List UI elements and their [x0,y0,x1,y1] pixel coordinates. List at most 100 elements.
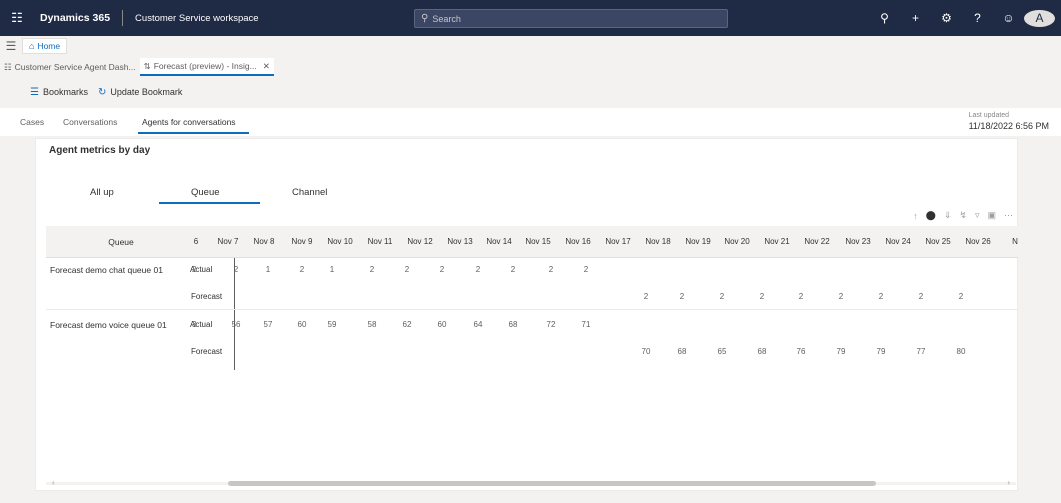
date-column-header[interactable]: Nov 21 [757,226,797,258]
queue-header[interactable]: Queue [46,226,196,258]
dashboard-icon: ☷ [4,61,12,72]
avatar[interactable]: A [1024,9,1055,27]
date-column-header[interactable]: Nov 23 [838,226,878,258]
divider [122,10,124,26]
date-column-header[interactable]: Nov 16 [558,226,598,258]
forecast-value-cell: 76 [796,347,806,356]
actual-value-cell: 3 [192,320,197,329]
bookmarks-label: Bookmarks [42,87,88,97]
app-launcher-icon[interactable]: ☷ [4,0,30,36]
matrix-divider [234,258,235,370]
expand-all-icon[interactable]: ↯ [959,210,967,221]
date-column-header[interactable]: Nov 11 [361,226,399,258]
home-tab[interactable]: ⌂ Home [22,38,68,54]
focus-mode-icon[interactable]: ▣ [987,210,996,221]
scrollbar-thumb[interactable] [228,481,876,486]
date-column-header[interactable]: Nov 13 [440,226,480,258]
drill-down-icon[interactable]: ⇓ [944,210,952,221]
top-bar: ☷ Dynamics 365 Customer Service workspac… [0,0,1061,36]
date-column-header[interactable]: 6 [187,226,205,258]
date-column-header[interactable]: Nov 14 [480,226,518,258]
date-column-header[interactable]: Nov 19 [679,226,717,258]
session-tab-label: Forecast (preview) - Insig... [153,61,257,71]
agent-metrics-panel: Agent metrics by day All up Queue Channe… [35,138,1018,491]
tab-channel[interactable]: Channel [292,187,327,198]
forecast-value-cell: 79 [836,347,846,356]
top-icons: ⚲ + ⚙ ? ☺ A [869,0,1055,36]
more-options-icon[interactable]: ⋯ [1004,210,1013,221]
date-column-header[interactable]: Nov 9 [284,226,320,258]
chart-icon: ⇅ [143,60,151,71]
forecast-value-cell: 2 [719,292,725,301]
date-column-header[interactable]: Nov 12 [400,226,440,258]
actual-value-cell: 57 [263,320,273,329]
forecast-value-cell: 2 [759,292,765,301]
date-column-header[interactable]: Nov 15 [518,226,558,258]
actual-value-cell: 2 [192,265,197,274]
actual-value-cell: 62 [402,320,412,329]
help-icon[interactable]: ? [962,11,993,25]
tab-conversations[interactable]: Conversations [63,117,117,127]
forecast-value-cell: 2 [798,292,804,301]
forecast-value-cell: 2 [958,292,964,301]
search-icon: ⚲ [421,13,429,24]
app-name[interactable]: Dynamics 365 [40,12,110,24]
date-column-header[interactable]: Nov 20 [717,226,757,258]
session-tab-dashboard[interactable]: ☷ Customer Service Agent Dash... [0,58,140,76]
actual-value-cell: 71 [581,320,591,329]
actual-value-cell: 60 [437,320,447,329]
actual-value-cell: 60 [297,320,307,329]
avatar-wrap[interactable]: A [1024,9,1055,27]
forecast-value-cell: 2 [838,292,844,301]
actual-value-cell: 1 [329,265,335,274]
tab-queue[interactable]: Queue [191,187,220,198]
workspace-name[interactable]: Customer Service workspace [135,13,259,24]
actual-value-cell: 2 [299,265,305,274]
date-column-header[interactable]: Nov 22 [797,226,837,258]
session-tab-forecast[interactable]: ⇅ Forecast (preview) - Insig... ✕ [139,58,274,76]
update-bookmark-button[interactable]: ↻ Update Bookmark [98,87,182,98]
scroll-left-icon[interactable]: ‹ [52,478,55,487]
gear-icon[interactable]: ⚙ [931,11,962,25]
plus-icon[interactable]: + [900,11,931,25]
actual-value-cell: 2 [510,265,516,274]
forecast-value-cell: 2 [878,292,884,301]
date-column-header[interactable]: Nov 7 [211,226,245,258]
tab-cases[interactable]: Cases [20,117,44,127]
bookmarks-button[interactable]: ☰ Bookmarks [30,87,88,98]
drill-up-icon[interactable]: ↑ [913,211,918,221]
actual-value-cell: 2 [404,265,410,274]
panel-title: Agent metrics by day [49,145,151,156]
actual-value-cell: 58 [367,320,377,329]
filter-icon[interactable]: ▿ [975,210,980,221]
date-column-header[interactable]: N [1010,226,1018,258]
date-column-header[interactable]: Nov 10 [320,226,360,258]
page-tabs: Cases Conversations Agents for conversat… [0,108,1061,136]
date-column-header[interactable]: Nov 24 [878,226,918,258]
actual-value-cell: 56 [231,320,241,329]
date-column-header[interactable]: Nov 26 [960,226,996,258]
search-input[interactable]: ⚲ Search [414,9,728,28]
lightbulb-icon[interactable]: ⚲ [869,11,900,25]
actual-value-cell: 64 [473,320,483,329]
drill-mode-icon[interactable]: ⬤ [926,210,936,221]
queue-name-chat: Forecast demo chat queue 01 [50,265,163,275]
smiley-icon[interactable]: ☺ [993,11,1024,25]
date-column-header[interactable]: Nov 17 [598,226,638,258]
visual-toolbar: ↑ ⬤ ⇓ ↯ ▿ ▣ ⋯ [905,210,1013,221]
date-column-header[interactable]: Nov 18 [638,226,678,258]
date-column-header[interactable]: Nov 25 [918,226,958,258]
tab-all-up[interactable]: All up [90,187,114,198]
matrix-header: Queue 6 Nov 7 Nov 8 Nov 9 Nov 10 Nov 11 Nov 12… [46,226,1018,258]
horizontal-scrollbar[interactable]: ‹ › [46,478,1016,488]
date-column-header[interactable]: Nov 8 [246,226,282,258]
forecast-value-cell: 2 [643,292,649,301]
hamburger-icon[interactable]: ☰ [0,39,22,53]
queue-name-voice: Forecast demo voice queue 01 [50,320,167,330]
session-tab-label: Customer Service Agent Dash... [14,62,136,72]
scroll-right-icon[interactable]: › [1007,478,1010,487]
tab-agents-for-conversations[interactable]: Agents for conversations [142,117,236,127]
forecast-value-cell: 2 [918,292,924,301]
actual-value-cell: 2 [475,265,481,274]
close-icon[interactable]: ✕ [263,61,270,72]
